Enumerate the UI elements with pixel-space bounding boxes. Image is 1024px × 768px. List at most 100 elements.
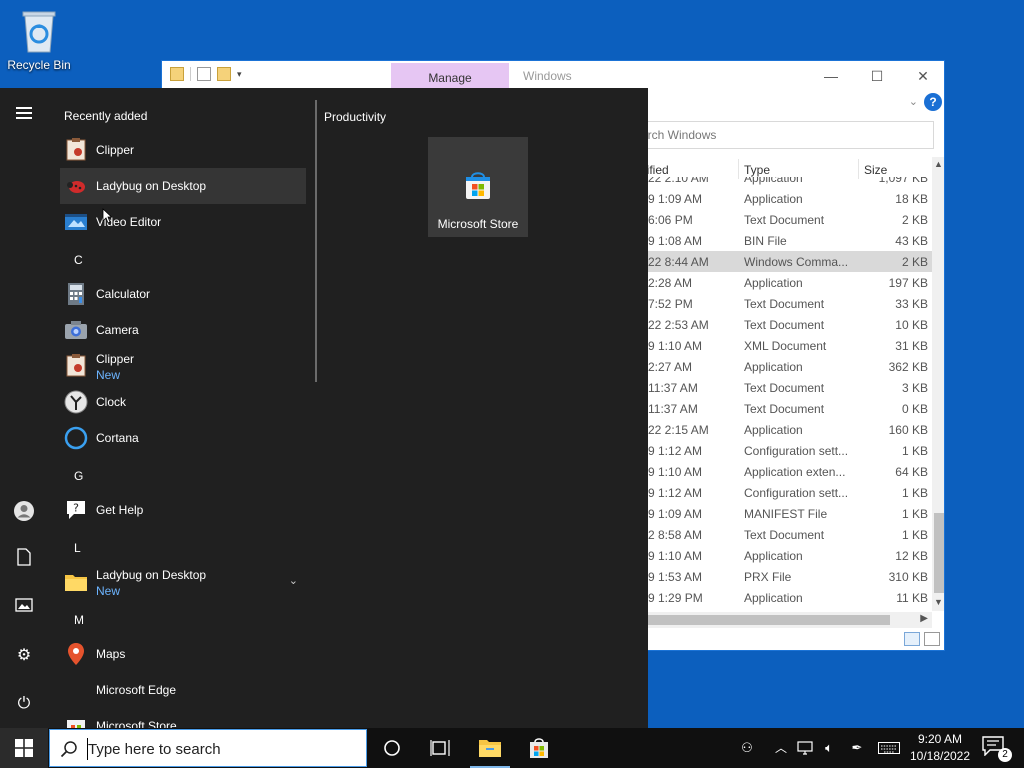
productivity-group-header[interactable]: Productivity bbox=[324, 110, 386, 124]
app-clipper[interactable]: Clipper New bbox=[60, 348, 306, 384]
action-center-button[interactable]: 2 bbox=[982, 736, 1012, 762]
cell-type: Windows Comma... bbox=[744, 255, 849, 269]
table-row[interactable]: 2:27 AM Application 362 KB bbox=[632, 356, 932, 377]
table-row[interactable]: 22 2:10 AM Application 1,097 KB bbox=[632, 177, 932, 188]
properties-icon[interactable] bbox=[197, 67, 211, 81]
letter-header-l[interactable]: L bbox=[74, 541, 81, 555]
tile-label: Microsoft Store bbox=[437, 217, 519, 231]
table-row[interactable]: 9 1:53 AM PRX File 310 KB bbox=[632, 566, 932, 587]
details-view-icon[interactable] bbox=[904, 632, 920, 646]
table-row[interactable]: 2 8:58 AM Text Document 1 KB bbox=[632, 524, 932, 545]
scroll-down-icon[interactable]: ▼ bbox=[934, 597, 943, 607]
table-row[interactable]: 9 1:12 AM Configuration sett... 1 KB bbox=[632, 440, 932, 461]
table-row[interactable]: 7:52 PM Text Document 33 KB bbox=[632, 293, 932, 314]
scrollbar-thumb[interactable] bbox=[632, 615, 890, 625]
scroll-right-icon[interactable]: ▶ bbox=[920, 613, 928, 624]
table-row[interactable]: 9 1:12 AM Configuration sett... 1 KB bbox=[632, 482, 932, 503]
hamburger-menu-icon[interactable] bbox=[12, 104, 36, 128]
volume-icon[interactable]: 🔈︎ bbox=[818, 728, 840, 768]
scrollbar-thumb[interactable] bbox=[934, 513, 944, 593]
table-row[interactable]: 6:06 PM Text Document 2 KB bbox=[632, 209, 932, 230]
table-row[interactable]: 9 1:10 AM XML Document 31 KB bbox=[632, 335, 932, 356]
column-header-type[interactable]: Type bbox=[744, 163, 770, 177]
app-name: Microsoft Store bbox=[96, 719, 177, 728]
table-row[interactable]: 11:37 AM Text Document 3 KB bbox=[632, 377, 932, 398]
network-icon[interactable] bbox=[794, 728, 816, 768]
vertical-scrollbar[interactable]: ▲ ▼ bbox=[932, 157, 944, 611]
app-folder-ladybug[interactable]: Ladybug on Desktop New ⌄ bbox=[60, 564, 306, 600]
scroll-up-icon[interactable]: ▲ bbox=[934, 159, 943, 169]
letter-header-c[interactable]: C bbox=[74, 253, 83, 267]
app-camera[interactable]: Camera bbox=[60, 312, 306, 348]
cell-modified: 9 1:12 AM bbox=[648, 486, 703, 500]
table-row[interactable]: 2:28 AM Application 197 KB bbox=[632, 272, 932, 293]
pen-ink-icon[interactable]: ✒︎ bbox=[846, 728, 868, 768]
people-icon[interactable]: ⚇ bbox=[734, 728, 760, 768]
cell-size: 197 KB bbox=[888, 276, 928, 290]
app-clock[interactable]: Clock bbox=[60, 384, 306, 420]
app-video-editor[interactable]: Video Editor bbox=[60, 204, 306, 240]
table-row[interactable]: 22 8:44 AM Windows Comma... 2 KB bbox=[632, 251, 932, 272]
tile-microsoft-store[interactable]: Microsoft Store bbox=[428, 137, 528, 237]
table-row[interactable]: 9 1:09 AM Application 18 KB bbox=[632, 188, 932, 209]
new-folder-icon[interactable] bbox=[217, 67, 231, 81]
system-clock[interactable]: 9:20 AM 10/18/2022 bbox=[902, 731, 978, 765]
pictures-icon[interactable] bbox=[12, 596, 36, 620]
table-row[interactable]: 22 2:53 AM Text Document 10 KB bbox=[632, 314, 932, 335]
get-help-icon: ? bbox=[67, 501, 85, 519]
table-row[interactable]: 9 1:09 AM MANIFEST File 1 KB bbox=[632, 503, 932, 524]
cell-modified: 7:52 PM bbox=[648, 297, 693, 311]
close-button[interactable]: ✕ bbox=[900, 65, 944, 87]
table-row[interactable]: 11:37 AM Text Document 0 KB bbox=[632, 398, 932, 419]
chevron-up-icon[interactable]: ︿ bbox=[772, 728, 790, 768]
app-microsoft-edge[interactable]: Microsoft Edge bbox=[60, 672, 306, 708]
settings-icon[interactable]: ⚙ bbox=[12, 644, 36, 668]
chevron-down-icon[interactable]: ⌄ bbox=[289, 574, 298, 587]
explorer-titlebar[interactable]: ▾ Manage Windows — ☐ ✕ bbox=[162, 61, 944, 91]
start-button[interactable] bbox=[0, 728, 48, 768]
table-row[interactable]: 22 2:15 AM Application 160 KB bbox=[632, 419, 932, 440]
taskbar-microsoft-store[interactable] bbox=[515, 728, 563, 768]
recycle-bin-shortcut[interactable]: Recycle Bin bbox=[4, 6, 74, 72]
app-maps[interactable]: Maps bbox=[60, 636, 306, 672]
taskbar-file-explorer[interactable] bbox=[466, 728, 514, 768]
app-cortana[interactable]: Cortana bbox=[60, 420, 306, 456]
help-button[interactable]: ? bbox=[924, 93, 942, 111]
folder-icon[interactable] bbox=[170, 67, 184, 81]
network-monitor-icon bbox=[797, 741, 813, 755]
keyboard-icon[interactable] bbox=[876, 728, 902, 768]
letter-header-m[interactable]: M bbox=[74, 613, 84, 627]
cortana-button[interactable] bbox=[368, 728, 416, 768]
chevron-down-icon[interactable]: ▾ bbox=[237, 67, 245, 81]
user-icon bbox=[14, 501, 34, 521]
table-row[interactable]: 9 1:10 AM Application 12 KB bbox=[632, 545, 932, 566]
horizontal-scrollbar[interactable]: ▶ bbox=[632, 612, 932, 628]
table-row[interactable]: 9 1:10 AM Application exten... 64 KB bbox=[632, 461, 932, 482]
app-calculator[interactable]: Calculator bbox=[60, 276, 306, 312]
app-microsoft-store[interactable]: Microsoft Store bbox=[60, 708, 306, 728]
column-header-size[interactable]: Size bbox=[864, 163, 887, 177]
table-row[interactable]: 9 1:08 AM BIN File 43 KB bbox=[632, 230, 932, 251]
chevron-down-icon[interactable]: ⌄ bbox=[909, 95, 918, 108]
app-clipper-recent[interactable]: Clipper bbox=[60, 132, 306, 168]
app-name: Microsoft Edge bbox=[96, 683, 177, 697]
cell-type: Application exten... bbox=[744, 465, 846, 479]
tab-manage[interactable]: Manage bbox=[391, 63, 509, 91]
documents-icon[interactable] bbox=[12, 548, 36, 572]
column-separator[interactable] bbox=[738, 159, 739, 179]
cell-modified: 11:37 AM bbox=[648, 381, 698, 395]
task-view-button[interactable] bbox=[416, 728, 464, 768]
power-icon[interactable]: ⏻ bbox=[12, 692, 36, 716]
table-row[interactable]: 9 1:29 PM Application 11 KB bbox=[632, 587, 932, 608]
app-get-help[interactable]: ? Get Help bbox=[60, 492, 306, 528]
large-icons-view-icon[interactable] bbox=[924, 632, 940, 646]
scroll-divider[interactable] bbox=[315, 100, 317, 382]
column-separator[interactable] bbox=[858, 159, 859, 179]
letter-header-g[interactable]: G bbox=[74, 469, 83, 483]
user-account-icon[interactable] bbox=[12, 500, 36, 524]
app-ladybug-recent[interactable]: Ladybug on Desktop bbox=[60, 168, 306, 204]
maximize-button[interactable]: ☐ bbox=[854, 65, 900, 87]
search-input[interactable]: arch Windows bbox=[632, 121, 934, 149]
taskbar-search-box[interactable]: Type here to search bbox=[49, 729, 367, 767]
minimize-button[interactable]: — bbox=[808, 65, 854, 87]
